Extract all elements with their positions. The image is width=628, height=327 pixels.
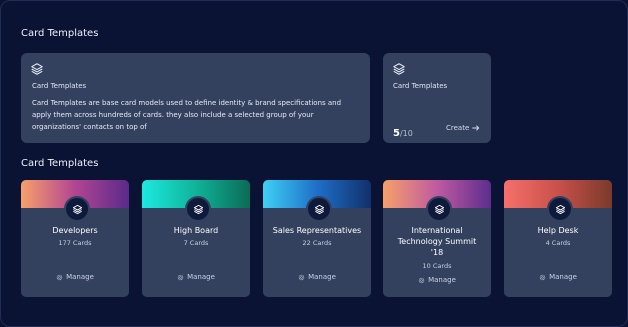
template-card[interactable]: Help Desk 4 Cards Manage	[504, 180, 612, 297]
card-count: 177 Cards	[58, 239, 92, 247]
info-panel-title: Card Templates	[32, 82, 87, 90]
card-count: 10 Cards	[422, 262, 452, 270]
total-count: /10	[399, 129, 413, 138]
manage-label: Manage	[66, 273, 94, 281]
usage-panel: Card Templates 5/10 Create	[383, 53, 491, 143]
usage-panel-title: Card Templates	[393, 82, 448, 90]
app-frame: Card Templates Card Templates Card Templ…	[0, 0, 628, 327]
template-card[interactable]: Sales Representatives 22 Cards Manage	[263, 180, 371, 297]
usage-count: 5/10	[393, 121, 413, 140]
gear-icon	[539, 274, 546, 280]
card-name: Sales Representatives	[272, 226, 362, 235]
page-title: Card Templates	[21, 28, 99, 39]
card-name: Developers	[52, 226, 98, 235]
card-badge	[64, 196, 90, 222]
manage-button[interactable]: Manage	[21, 273, 129, 281]
stack-layers-icon	[72, 204, 82, 214]
card-count: 7 Cards	[183, 239, 209, 247]
card-count: 22 Cards	[302, 239, 332, 247]
manage-label: Manage	[187, 273, 215, 281]
create-label: Create	[446, 124, 470, 132]
card-badge	[306, 196, 332, 222]
used-count: 5	[393, 128, 400, 139]
stack-layers-icon	[434, 204, 444, 214]
card-badge	[185, 196, 211, 222]
card-count: 4 Cards	[545, 239, 571, 247]
manage-button[interactable]: Manage	[263, 273, 371, 281]
card-badge	[426, 196, 452, 222]
manage-label: Manage	[428, 276, 456, 284]
manage-label: Manage	[549, 273, 577, 281]
card-name: High Board	[173, 226, 219, 235]
stack-layers-icon	[193, 204, 203, 214]
stack-layers-icon	[393, 63, 405, 75]
info-panel: Card Templates Card Templates are base c…	[21, 53, 370, 143]
stack-layers-icon	[31, 63, 43, 75]
card-name: Help Desk	[537, 226, 579, 235]
gear-icon	[418, 277, 425, 283]
stack-layers-icon	[555, 204, 565, 214]
gear-icon	[298, 274, 305, 280]
gear-icon	[177, 274, 184, 280]
template-card[interactable]: High Board 7 Cards Manage	[142, 180, 250, 297]
card-name: International Technology Summit '18	[397, 226, 477, 257]
manage-button[interactable]: Manage	[142, 273, 250, 281]
card-badge	[547, 196, 573, 222]
gear-icon	[56, 274, 63, 280]
template-card[interactable]: Developers 177 Cards Manage	[21, 180, 129, 297]
manage-button[interactable]: Manage	[383, 276, 491, 284]
arrow-right-icon	[472, 125, 480, 131]
templates-section-title: Card Templates	[21, 158, 99, 169]
manage-button[interactable]: Manage	[504, 273, 612, 281]
info-panel-description: Card Templates are base card models used…	[32, 99, 342, 131]
stack-layers-icon	[314, 204, 324, 214]
manage-label: Manage	[308, 273, 336, 281]
template-card[interactable]: International Technology Summit '18 10 C…	[383, 180, 491, 297]
create-button[interactable]: Create	[446, 124, 480, 132]
